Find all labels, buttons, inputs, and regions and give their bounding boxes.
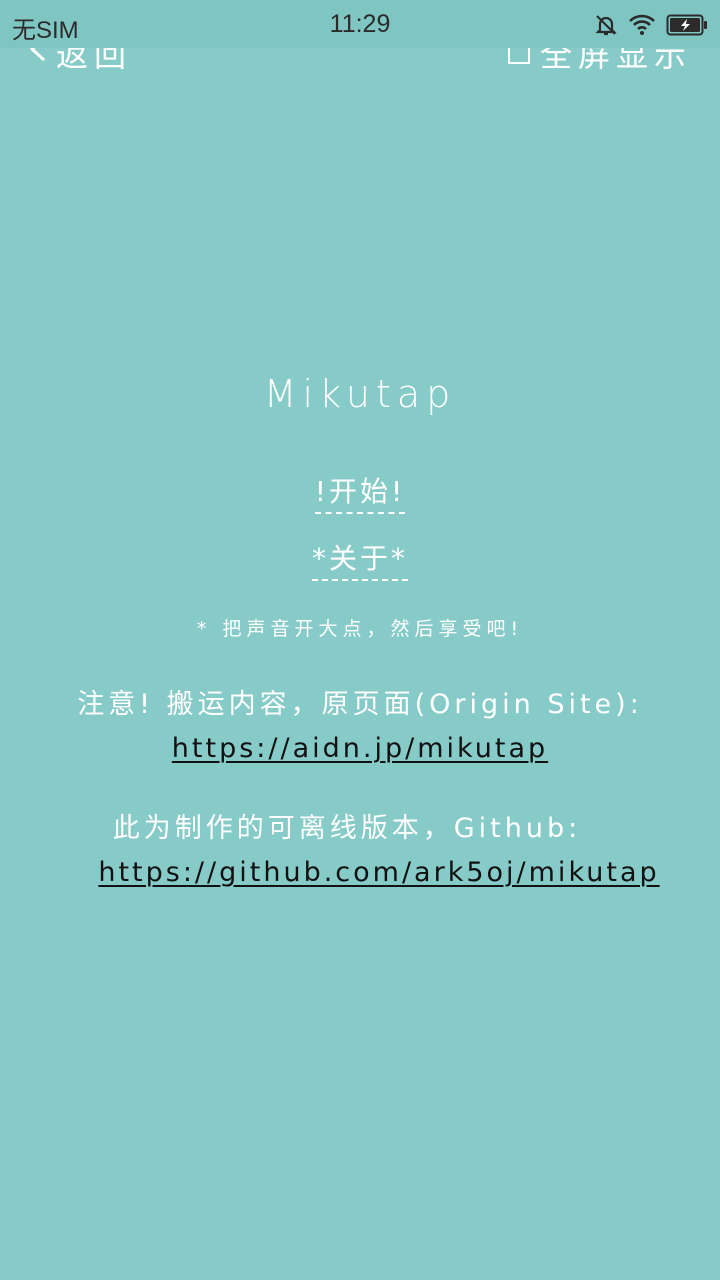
mute-bell-icon	[594, 13, 618, 37]
app-title: Mikutap	[263, 372, 457, 416]
github-notice-text: 此为制作的可离线版本，Github:	[112, 813, 582, 844]
start-link[interactable]: !开始!	[314, 470, 406, 514]
volume-tip: * 把声音开大点，然后享受吧!	[196, 618, 524, 640]
about-link-row: *关于*	[0, 537, 720, 581]
battery-charging-icon	[666, 14, 708, 36]
origin-site-link[interactable]: https://aidn.jp/mikutap	[172, 733, 548, 764]
status-icons	[594, 11, 708, 39]
github-link[interactable]: https://github.com/ark5oj/mikutap	[98, 851, 659, 895]
github-notice: 此为制作的可离线版本，Github: https://github.com/ar…	[0, 807, 720, 895]
start-link-row: !开始!	[0, 470, 720, 514]
status-bar: 无SIM 11:29	[0, 0, 720, 48]
about-link[interactable]: *关于*	[311, 537, 408, 581]
origin-notice-text: 注意! 搬运内容，原页面(Origin Site):	[77, 689, 643, 720]
origin-notice: 注意! 搬运内容，原页面(Origin Site): https://aidn.…	[0, 683, 720, 771]
wifi-icon	[628, 13, 656, 37]
